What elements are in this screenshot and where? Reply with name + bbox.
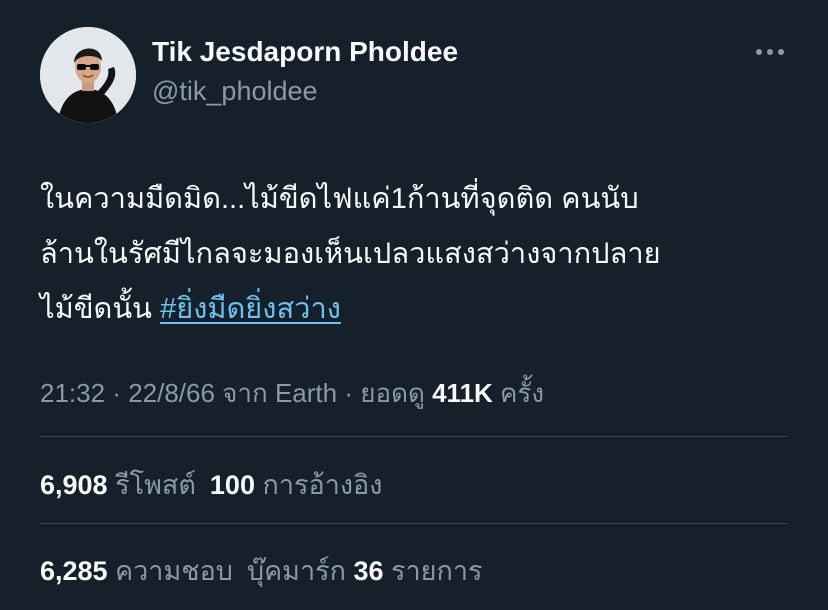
- avatar[interactable]: [40, 27, 136, 123]
- bookmarks-label: บุ๊คมาร์ก: [246, 556, 354, 586]
- tweet-meta: 21:32 · 22/8/66 จาก Earth · ยอดดู 411K ค…: [40, 373, 544, 414]
- engagement-stats-row: 6,908 รีโพสต์ 100 การอ้างอิง: [40, 463, 382, 506]
- meta-separator: ·: [105, 378, 129, 408]
- likes-label: ความชอบ: [107, 556, 233, 586]
- tweet-date[interactable]: 22/8/66: [128, 378, 215, 408]
- tweet-text-line: ไม้ขีดนั้น #ยิ่งมืดยิ่งสว่าง: [40, 282, 800, 337]
- author-handle[interactable]: @tik_pholdee: [152, 76, 318, 107]
- tweet-text-prefix: ไม้ขีดนั้น: [40, 293, 161, 325]
- quotes-stat[interactable]: 100 การอ้างอิง: [210, 470, 383, 500]
- hashtag-link[interactable]: #ยิ่งมืดยิ่งสว่าง: [160, 293, 341, 325]
- views-label: ยอดดู: [360, 378, 433, 408]
- views-suffix: ครั้ง: [492, 378, 545, 408]
- source-prefix: จาก: [214, 378, 275, 408]
- tweet-time[interactable]: 21:32: [40, 378, 105, 408]
- divider: [40, 436, 788, 437]
- tweet-source[interactable]: Earth: [275, 378, 337, 408]
- retweets-stat[interactable]: 6,908 รีโพสต์: [40, 470, 196, 500]
- ellipsis-icon: [756, 49, 784, 55]
- author-name[interactable]: Tik Jesdaporn Pholdee: [152, 36, 458, 68]
- tweet-text: ในความมืดมิด...ไม้ขีดไฟแค่1ก้านที่จุดติด…: [40, 172, 800, 337]
- divider: [40, 523, 788, 524]
- bookmarks-count: 36: [353, 556, 384, 586]
- likes-stats-row: 6,285 ความชอบ บุ๊คมาร์ก 36 รายการ: [40, 549, 483, 592]
- retweets-count: 6,908: [40, 470, 108, 500]
- quotes-label: การอ้างอิง: [254, 470, 383, 500]
- likes-count: 6,285: [40, 556, 108, 586]
- tweet-text-line: ล้านในรัศมีไกลจะมองเห็นเปลวแสงสว่างจากปล…: [40, 238, 661, 270]
- bookmarks-suffix: รายการ: [383, 556, 483, 586]
- quotes-count: 100: [209, 470, 255, 500]
- more-options-button[interactable]: [748, 34, 792, 70]
- likes-stat[interactable]: 6,285 ความชอบ: [40, 556, 233, 586]
- tweet-text-line: ในความมืดมิด...ไม้ขีดไฟแค่1ก้านที่จุดติด…: [40, 183, 639, 215]
- retweets-label: รีโพสต์: [107, 470, 196, 500]
- views-count: 411K: [432, 378, 493, 408]
- tweet-detail: Tik Jesdaporn Pholdee @tik_pholdee ในควา…: [0, 0, 828, 610]
- bookmarks-stat[interactable]: บุ๊คมาร์ก 36 รายการ: [247, 556, 483, 586]
- profile-photo: [40, 27, 136, 123]
- meta-separator: ·: [337, 378, 361, 408]
